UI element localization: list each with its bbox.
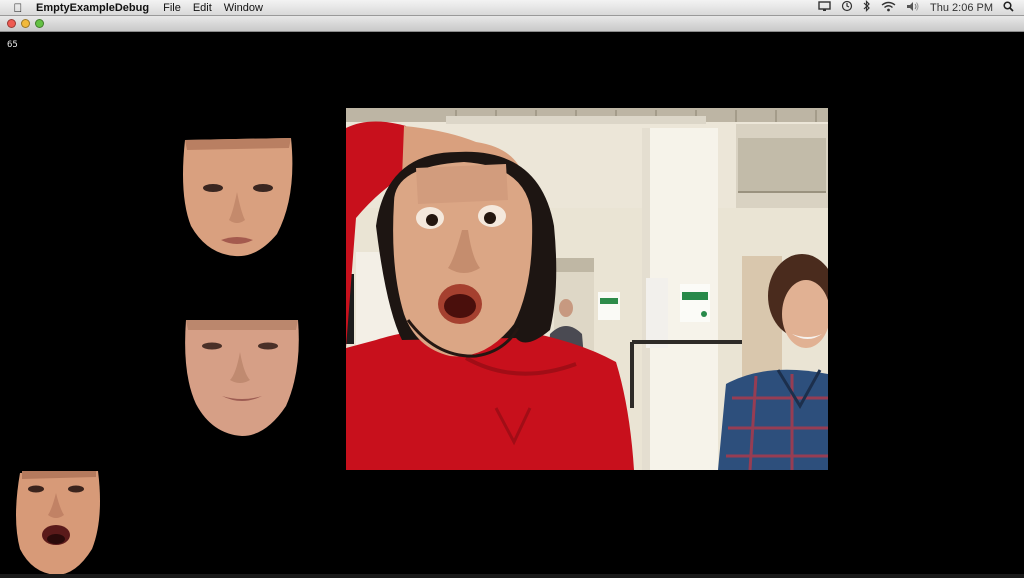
- status-area: Thu 2:06 PM: [818, 0, 1024, 15]
- volume-icon[interactable]: [906, 1, 920, 15]
- time-machine-icon[interactable]: [841, 0, 853, 15]
- menu-window[interactable]: Window: [224, 2, 263, 14]
- face-crop-2: [182, 318, 302, 438]
- camera-feed[interactable]: [346, 108, 828, 470]
- display-icon[interactable]: [818, 0, 831, 15]
- bottom-edge: [0, 574, 1024, 578]
- apple-menu-icon[interactable]: : [6, 1, 30, 15]
- menu-file[interactable]: File: [163, 2, 181, 14]
- frame-counter: 65: [7, 40, 18, 50]
- spotlight-icon[interactable]: [1003, 0, 1014, 15]
- menu-edit[interactable]: Edit: [193, 2, 212, 14]
- window-close-button[interactable]: [7, 19, 16, 28]
- menu-bar:  EmptyExampleDebug File Edit Window Thu…: [0, 0, 1024, 16]
- window-titlebar[interactable]: [0, 16, 1024, 32]
- clock[interactable]: Thu 2:06 PM: [930, 2, 993, 14]
- window-zoom-button[interactable]: [35, 19, 44, 28]
- app-menu[interactable]: EmptyExampleDebug: [36, 2, 149, 14]
- face-crop-3: [12, 469, 104, 578]
- wifi-icon[interactable]: [881, 1, 896, 15]
- window-minimize-button[interactable]: [21, 19, 30, 28]
- bluetooth-icon[interactable]: [863, 0, 871, 15]
- app-canvas[interactable]: 65: [0, 32, 1024, 578]
- face-crop-1: [179, 136, 297, 258]
